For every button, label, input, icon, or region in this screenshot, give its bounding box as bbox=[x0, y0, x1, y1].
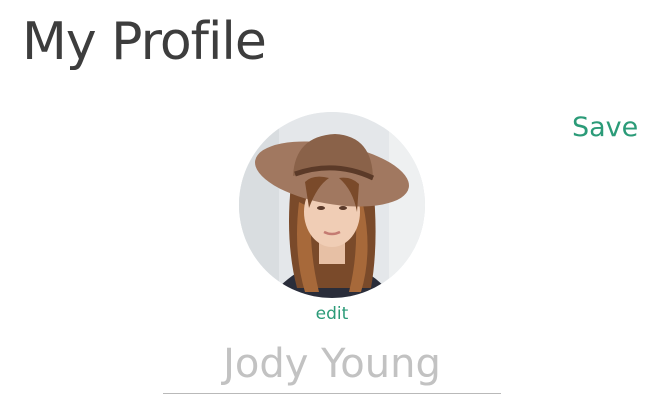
avatar[interactable] bbox=[239, 112, 425, 298]
save-button[interactable]: Save bbox=[572, 110, 638, 146]
page-title: My Profile bbox=[22, 12, 267, 72]
edit-photo-link[interactable]: edit bbox=[298, 302, 366, 326]
avatar-photo bbox=[239, 112, 425, 298]
name-field[interactable] bbox=[163, 334, 501, 394]
